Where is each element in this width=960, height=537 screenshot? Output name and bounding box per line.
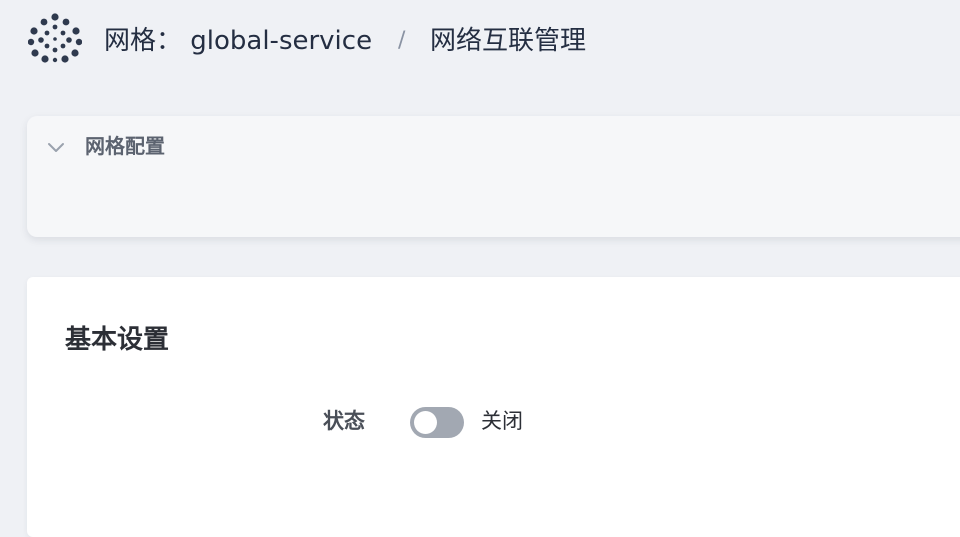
chevron-down-icon[interactable] [47, 138, 65, 156]
mesh-config-panel: 网格配置 [27, 116, 960, 237]
status-label: 状态 [323, 409, 365, 433]
mesh-config-title[interactable]: 网格配置 [85, 131, 165, 161]
status-toggle-text: 关闭 [481, 409, 523, 433]
mesh-dots-icon [28, 13, 82, 63]
toggle-knob [414, 411, 437, 434]
page-header: 网格： global-service / 网络互联管理 [0, 0, 960, 84]
basic-settings-title: 基本设置 [65, 325, 170, 355]
basic-settings-panel: 基本设置 状态 关闭 [27, 277, 960, 537]
breadcrumb-mesh-title[interactable]: 网格： global-service [104, 22, 372, 60]
breadcrumb-separator: / [398, 28, 406, 53]
breadcrumb-current-page: 网络互联管理 [430, 26, 587, 56]
status-toggle[interactable] [410, 407, 464, 438]
